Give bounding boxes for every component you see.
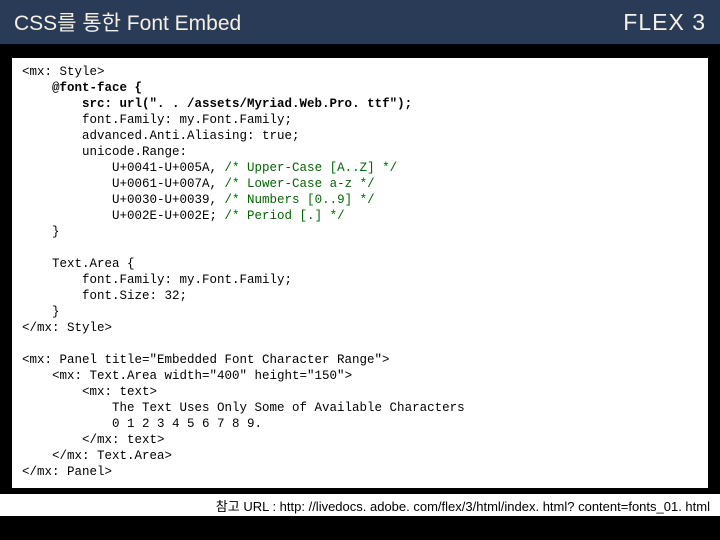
code-line: } xyxy=(52,305,60,319)
code-comment: /* Upper-Case [A..Z] */ xyxy=(217,161,397,175)
code-line: advanced.Anti.Aliasing: true; xyxy=(82,129,300,143)
code-comment: /* Period [.] */ xyxy=(217,209,345,223)
slide-title: CSS를 통한 Font Embed xyxy=(14,7,241,37)
code-line: </mx: Panel> xyxy=(22,465,112,479)
code-line: <mx: text> xyxy=(82,385,157,399)
code-line: U+0061-U+007A, xyxy=(112,177,217,191)
code-comment: /* Numbers [0..9] */ xyxy=(217,193,375,207)
code-line: U+002E-U+002E; xyxy=(112,209,217,223)
code-line: <mx: Panel title="Embedded Font Characte… xyxy=(22,353,390,367)
code-line: } xyxy=(52,225,60,239)
code-comment: /* Lower-Case a-z */ xyxy=(217,177,375,191)
code-line: Text.Area { xyxy=(52,257,135,271)
code-line: 0 1 2 3 4 5 6 7 8 9. xyxy=(112,417,262,431)
code-line: U+0030-U+0039, xyxy=(112,193,217,207)
code-line: The Text Uses Only Some of Available Cha… xyxy=(112,401,465,415)
code-line: unicode.Range: xyxy=(82,145,187,159)
code-line: . . /assets/Myriad.Web.Pro. ttf" xyxy=(157,97,397,111)
code-line: <mx: Text.Area width="400" height="150"> xyxy=(52,369,352,383)
code-line: font.Family: my.Font.Family; xyxy=(82,273,292,287)
code-line: src: url(" xyxy=(82,97,157,111)
code-line: </mx: Text.Area> xyxy=(52,449,172,463)
brand-label: FLEX 3 xyxy=(623,9,706,36)
reference-url: 참고 URL : http: //livedocs. adobe. com/fl… xyxy=(0,494,720,516)
code-line: </mx: Style> xyxy=(22,321,112,335)
slide-header: CSS를 통한 Font Embed FLEX 3 xyxy=(0,0,720,44)
code-line: </mx: text> xyxy=(82,433,165,447)
code-line: font.Family: my.Font.Family; xyxy=(82,113,292,127)
code-line: U+0041-U+005A, xyxy=(112,161,217,175)
code-line: ); xyxy=(397,97,412,111)
code-block: <mx: Style> @font-face { src: url(". . /… xyxy=(10,56,710,490)
code-line: @font-face { xyxy=(52,81,142,95)
code-line: font.Size: 32; xyxy=(82,289,187,303)
code-line: <mx: Style> xyxy=(22,65,105,79)
